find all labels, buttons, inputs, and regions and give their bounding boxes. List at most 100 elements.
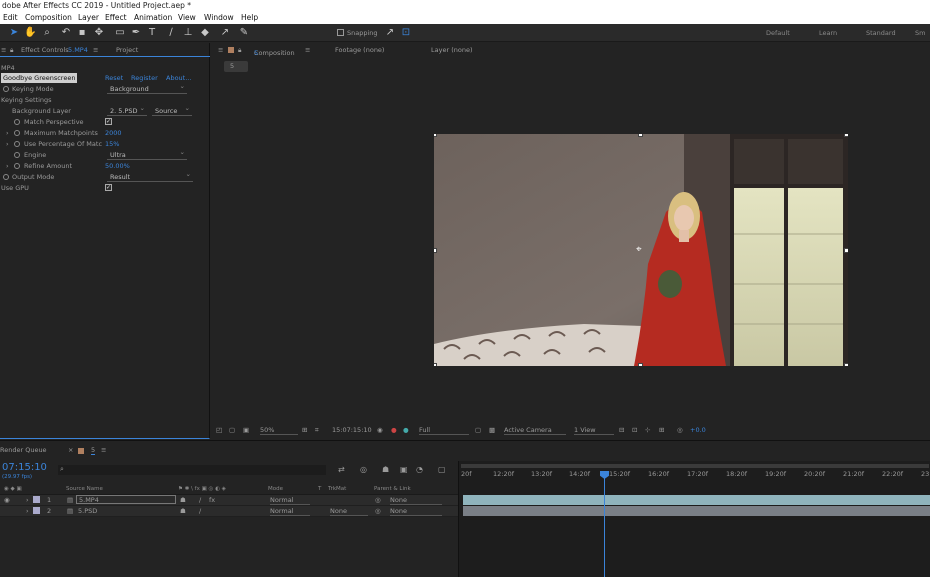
- parent-dropdown[interactable]: None: [390, 507, 442, 516]
- layer-mode-dropdown[interactable]: Normal: [270, 507, 310, 516]
- workspace-standard[interactable]: Standard: [866, 29, 896, 37]
- snapping-checkbox[interactable]: [337, 29, 344, 36]
- composition-frame[interactable]: ⌖: [434, 134, 848, 366]
- time-ruler[interactable]: 20f 12:20f 13:20f 14:20f 15:20f 16:20f 1…: [459, 470, 930, 480]
- background-layer-dropdown[interactable]: 2. 5.PSD: [107, 104, 147, 116]
- column-parent[interactable]: Parent & Link: [374, 486, 411, 492]
- menu-icon[interactable]: ≡: [1, 46, 6, 54]
- layer-mode-dropdown[interactable]: Normal: [270, 496, 310, 505]
- shy-icon[interactable]: ☗: [382, 465, 389, 474]
- keying-settings-label[interactable]: Keying Settings: [1, 96, 52, 104]
- stopwatch-icon[interactable]: [3, 86, 9, 92]
- refine-amount-value[interactable]: 50.00%: [105, 162, 130, 170]
- toggle-pixel-icon[interactable]: ⊟: [619, 426, 624, 434]
- tab-render-queue[interactable]: Render Queue: [0, 446, 47, 454]
- close-tab-icon[interactable]: ×: [68, 446, 73, 454]
- about-link[interactable]: About...: [166, 74, 191, 82]
- menu-icon[interactable]: ≡: [218, 46, 223, 54]
- quality-switch-icon[interactable]: /: [199, 507, 201, 515]
- eraser-tool-icon[interactable]: ◆: [199, 27, 211, 39]
- pickwhip-icon[interactable]: ◎: [375, 507, 381, 515]
- column-t[interactable]: T: [318, 486, 321, 492]
- region-of-interest-icon[interactable]: ▢: [229, 426, 235, 434]
- layer-row[interactable]: ◉ › 1 ▤ 5.MP4 ☗ / fx Normal ◎ None: [0, 495, 458, 506]
- shy-switch-icon[interactable]: ☗: [180, 496, 186, 504]
- roto-brush-tool-icon[interactable]: ↗: [219, 27, 231, 39]
- label-color-swatch[interactable]: [33, 507, 40, 514]
- column-source-name[interactable]: Source Name: [66, 486, 103, 492]
- layer-bar-mp4[interactable]: [463, 495, 930, 505]
- use-percentage-value[interactable]: 15%: [105, 140, 119, 148]
- menu-effect[interactable]: Effect: [105, 12, 127, 24]
- column-trkmat[interactable]: TrkMat: [328, 486, 346, 492]
- tab-menu-icon[interactable]: ≡: [101, 446, 106, 454]
- rotate-tool-icon[interactable]: ↶: [60, 27, 72, 39]
- snapshot-icon[interactable]: ◉: [377, 426, 383, 434]
- stopwatch-icon[interactable]: [14, 141, 20, 147]
- always-preview-icon[interactable]: ◰: [216, 426, 222, 434]
- expand-arrow-icon[interactable]: ›: [26, 496, 29, 504]
- safe-zones-icon[interactable]: ⌗: [315, 426, 319, 435]
- transform-handle[interactable]: [844, 134, 848, 137]
- layer-name[interactable]: 5.PSD: [78, 507, 97, 515]
- transform-handle[interactable]: [844, 248, 848, 253]
- tab-effect-controls-file[interactable]: 5.MP4: [68, 46, 88, 54]
- label-color-swatch[interactable]: [33, 496, 40, 503]
- keying-mode-dropdown[interactable]: Background: [107, 82, 187, 94]
- resolution-dropdown[interactable]: Full: [419, 426, 469, 435]
- menu-animation[interactable]: Animation: [134, 12, 172, 24]
- stopwatch-icon[interactable]: [14, 163, 20, 169]
- menu-view[interactable]: View: [178, 12, 196, 24]
- brush-tool-icon[interactable]: ∕: [165, 27, 177, 39]
- type-tool-icon[interactable]: T: [146, 27, 158, 39]
- timeline-icon[interactable]: ⊞: [659, 426, 664, 434]
- zoom-dropdown[interactable]: 50%: [260, 426, 298, 435]
- effect-name[interactable]: Goodbye Greenscreen: [1, 73, 78, 83]
- tab-menu-icon[interactable]: ≡: [305, 46, 310, 54]
- graph-editor-icon[interactable]: ▢: [438, 465, 446, 474]
- snap-target-icon[interactable]: ⊡: [400, 27, 412, 39]
- layer-bar-psd[interactable]: [463, 506, 930, 516]
- stopwatch-icon[interactable]: [14, 152, 20, 158]
- viewer-timecode[interactable]: 15:07:15:10: [332, 426, 372, 434]
- mask-visibility-icon[interactable]: ▣: [243, 426, 249, 434]
- trkmat-dropdown[interactable]: None: [330, 507, 368, 516]
- layer-row[interactable]: › 2 ▤ 5.PSD ☗ / Normal None ◎ None: [0, 506, 458, 517]
- transform-handle[interactable]: [638, 134, 643, 137]
- column-mode[interactable]: Mode: [268, 486, 283, 492]
- tab-project[interactable]: Project: [116, 46, 138, 54]
- tab-timeline-comp[interactable]: 5: [91, 446, 96, 455]
- quality-switch-icon[interactable]: /: [199, 496, 201, 504]
- timeline-search-input[interactable]: ⌕: [58, 465, 326, 475]
- timeline-track-area[interactable]: 20f 12:20f 13:20f 14:20f 15:20f 16:20f 1…: [458, 461, 930, 577]
- expand-arrow-icon[interactable]: ›: [6, 162, 9, 170]
- menu-edit[interactable]: Edit: [3, 12, 18, 24]
- work-area-bar[interactable]: [461, 464, 929, 468]
- lock-icon[interactable]: 🔒︎: [238, 46, 241, 55]
- rectangle-tool-icon[interactable]: ▭: [114, 27, 126, 39]
- grid-icon[interactable]: ⊞: [302, 426, 307, 434]
- draft-3d-icon[interactable]: ◎: [360, 465, 367, 474]
- expand-arrow-icon[interactable]: ›: [26, 507, 29, 515]
- use-gpu-checkbox[interactable]: ✓: [105, 184, 112, 191]
- max-matchpoints-value[interactable]: 2000: [105, 129, 122, 137]
- menu-help[interactable]: Help: [241, 12, 258, 24]
- exposure-reset-icon[interactable]: ◎: [677, 426, 683, 434]
- timeline-timecode[interactable]: 07:15:10: [2, 462, 47, 473]
- comp-mini-flowchart-icon[interactable]: ⇄: [338, 465, 345, 474]
- puppet-pin-tool-icon[interactable]: ✎: [238, 27, 250, 39]
- workspace-small[interactable]: Sm: [915, 29, 925, 37]
- parent-dropdown[interactable]: None: [390, 496, 442, 505]
- transform-handle[interactable]: [434, 134, 437, 137]
- selection-tool-icon[interactable]: ➤: [8, 27, 20, 39]
- background-layer-source-dropdown[interactable]: Source: [152, 104, 192, 116]
- menu-window[interactable]: Window: [204, 12, 234, 24]
- zoom-tool-icon[interactable]: ⌕: [41, 27, 53, 39]
- reset-link[interactable]: Reset: [105, 74, 123, 82]
- tab-menu-icon[interactable]: ≡: [93, 46, 98, 54]
- lock-icon[interactable]: 🔒︎: [10, 46, 13, 55]
- expand-arrow-icon[interactable]: ›: [6, 129, 9, 137]
- stopwatch-icon[interactable]: [3, 174, 9, 180]
- stopwatch-icon[interactable]: [14, 130, 20, 136]
- tab-effect-controls[interactable]: Effect Controls: [21, 46, 69, 54]
